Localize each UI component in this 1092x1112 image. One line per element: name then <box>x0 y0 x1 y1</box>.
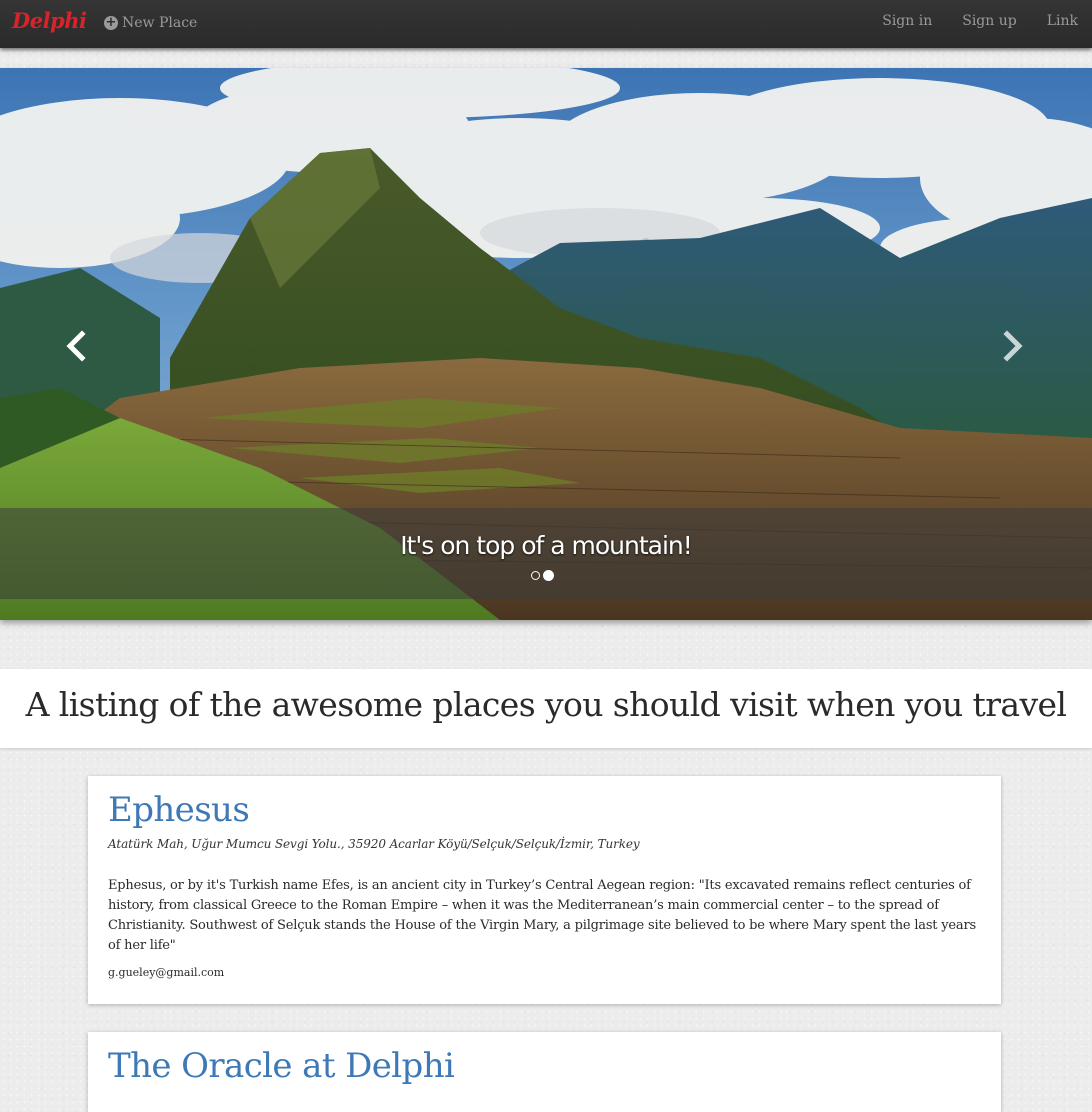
hero-carousel: It's on top of a mountain! <box>0 68 1092 620</box>
navbar: Delphi + New Place Sign in Sign up Link <box>0 0 1092 48</box>
carousel-next-control[interactable] <box>993 326 1033 366</box>
carousel-prev-control[interactable] <box>56 326 96 366</box>
carousel-caption: It's on top of a mountain! <box>400 531 693 560</box>
plus-circle-icon: + <box>104 15 118 30</box>
sign-up-link[interactable]: Sign up <box>962 13 1016 29</box>
tagline-bar: A listing of the awesome places you shou… <box>0 669 1092 748</box>
place-card: The Oracle at Delphi <box>88 1032 1001 1112</box>
carousel-indicators <box>531 570 554 581</box>
carousel-indicator-1[interactable] <box>531 571 540 580</box>
chevron-left-icon <box>66 330 86 362</box>
link-link[interactable]: Link <box>1047 13 1078 29</box>
new-place-label: New Place <box>122 15 198 31</box>
chevron-right-icon <box>1003 330 1023 362</box>
place-card: Ephesus Atatürk Mah, Uğur Mumcu Sevgi Yo… <box>88 776 1001 1004</box>
place-contact-email: g.gueley@gmail.com <box>108 966 225 979</box>
carousel-indicator-2[interactable] <box>543 570 554 581</box>
new-place-link[interactable]: + New Place <box>104 13 197 33</box>
place-address: Atatürk Mah, Uğur Mumcu Sevgi Yolu., 359… <box>108 837 640 851</box>
place-title[interactable]: The Oracle at Delphi <box>108 1046 455 1086</box>
page-tagline: A listing of the awesome places you shou… <box>25 685 1067 724</box>
nav-right-links: Sign in Sign up Link <box>852 13 1078 29</box>
sign-in-link[interactable]: Sign in <box>882 13 932 29</box>
place-title[interactable]: Ephesus <box>108 790 250 830</box>
brand-logo[interactable]: Delphi <box>12 8 87 33</box>
place-description: Ephesus, or by it's Turkish name Efes, i… <box>108 878 976 953</box>
